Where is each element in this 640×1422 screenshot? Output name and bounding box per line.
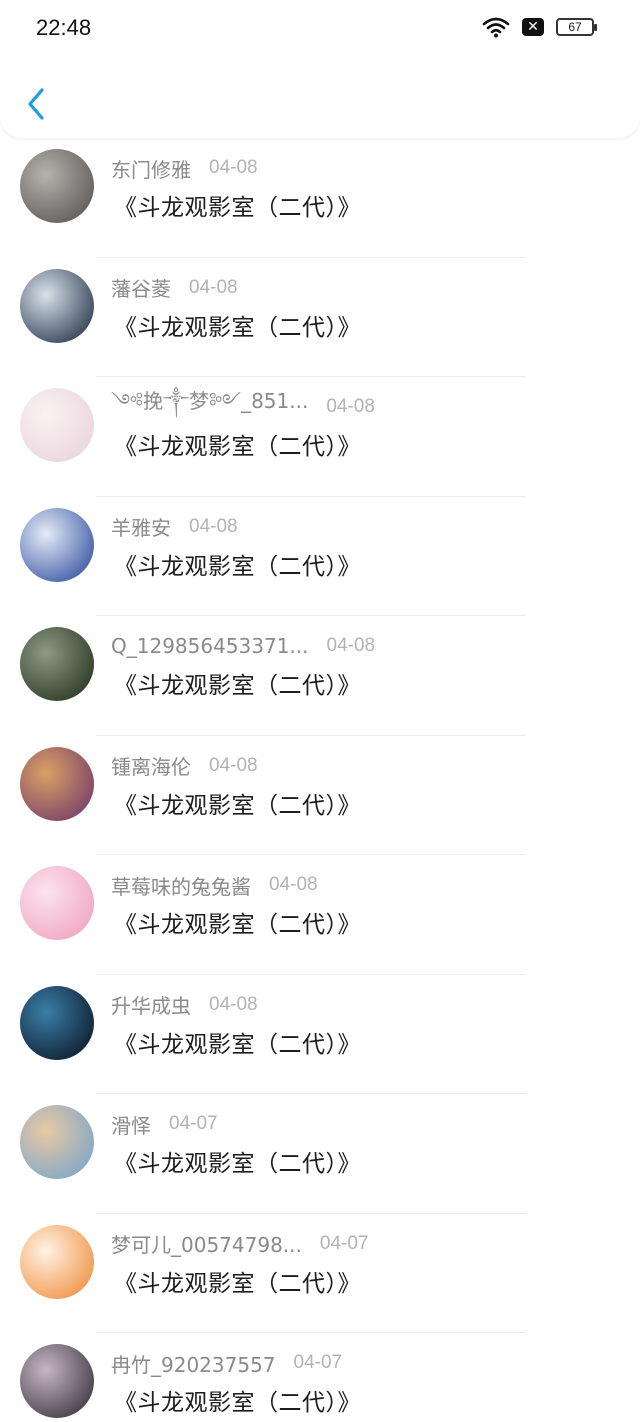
post-date: 04-08 (326, 635, 376, 656)
list-item[interactable]: ༺挽༒梦༻_851... 04-08 《斗龙观影室（二代）》 (0, 377, 640, 497)
user-name[interactable]: 藩谷菱 (111, 273, 171, 302)
user-name[interactable]: 草莓味的兔兔酱 (111, 871, 251, 900)
x-box-icon: ✕ (522, 18, 544, 36)
post-title[interactable]: 《斗龙观影室（二代）》 (114, 1144, 361, 1178)
battery-level: 67 (568, 20, 582, 34)
wifi-icon (482, 17, 510, 38)
post-title[interactable]: 《斗龙观影室（二代）》 (114, 786, 361, 820)
status-icons: ✕ 67 (482, 16, 597, 38)
post-date: 04-08 (269, 874, 318, 895)
post-date: 04-08 (209, 993, 258, 1015)
post-title[interactable]: 《斗龙观影室（二代）》 (114, 308, 361, 342)
user-name[interactable]: 羊雅安 (111, 512, 171, 541)
list-item[interactable]: 滑怿 04-07 《斗龙观影室（二代）》 (0, 1094, 640, 1214)
name-line: 锺离海伦 04-08 (111, 752, 258, 780)
post-date: 04-08 (189, 515, 238, 537)
back-chevron-icon[interactable] (20, 84, 52, 124)
avatar[interactable] (20, 985, 94, 1060)
name-line: 羊雅安 04-08 (111, 513, 238, 541)
top-bar: 22:48 ✕ 67 (0, 0, 640, 138)
post-date: 04-07 (169, 1113, 218, 1134)
list-item[interactable]: 草莓味的兔兔酱 04-08 《斗龙观影室（二代）》 (0, 855, 640, 975)
avatar[interactable] (20, 866, 94, 940)
name-line: 藩谷菱 04-08 (111, 274, 238, 302)
list-item[interactable]: 锺离海伦 04-08 《斗龙观影室（二代）》 (0, 736, 640, 855)
name-line: 升华成虫 04-08 (111, 991, 258, 1019)
status-time: 22:48 (36, 15, 92, 40)
list-item[interactable]: 藩谷菱 04-08 《斗龙观影室（二代）》 (0, 258, 640, 377)
name-line: 草莓味的兔兔酱 04-08 (111, 871, 318, 899)
post-date: 04-08 (209, 754, 258, 776)
user-name[interactable]: Q_129856453371... (111, 634, 309, 658)
list-item[interactable]: 梦可儿_00574798... 04-07 《斗龙观影室（二代）》 (0, 1214, 640, 1333)
avatar[interactable] (20, 507, 94, 582)
user-name[interactable]: 东门修雅 (111, 154, 191, 183)
user-name[interactable]: 锺离海伦 (111, 751, 191, 780)
user-name[interactable]: 梦可儿_00574798... (111, 1229, 302, 1258)
post-title[interactable]: 《斗龙观影室（二代）》 (114, 547, 361, 581)
post-title[interactable]: 《斗龙观影室（二代）》 (114, 1025, 361, 1059)
post-title[interactable]: 《斗龙观影室（二代）》 (114, 188, 361, 222)
post-date: 04-07 (319, 1232, 369, 1254)
avatar[interactable] (20, 149, 94, 223)
post-title[interactable]: 《斗龙观影室（二代）》 (114, 1383, 361, 1417)
avatar[interactable] (20, 388, 94, 462)
list-item[interactable]: Q_129856453371... 04-08 《斗龙观影室（二代）》 (0, 616, 640, 736)
battery-icon: 67 (556, 18, 597, 36)
post-title[interactable]: 《斗龙观影室（二代）》 (114, 1264, 361, 1298)
avatar[interactable] (20, 268, 94, 343)
name-line: 东门修雅 04-08 (111, 154, 258, 182)
post-date: 04-08 (326, 396, 375, 417)
user-name[interactable]: 滑怿 (111, 1110, 151, 1139)
reader-list: 东门修雅 04-08 《斗龙观影室（二代）》 藩谷菱 04-08 《斗龙观影室（二代）》 ༺… (0, 138, 640, 1422)
list-item[interactable]: 冉竹_920237557 04-07 《斗龙观影室（二代）》 (0, 1333, 640, 1422)
user-name[interactable]: 冉竹_920237557 (111, 1349, 276, 1378)
post-date: 04-07 (293, 1352, 343, 1373)
avatar[interactable] (20, 1105, 94, 1179)
list-item[interactable]: 升华成虫 04-08 《斗龙观影室（二代）》 (0, 975, 640, 1094)
post-date: 04-08 (189, 276, 238, 298)
avatar[interactable] (20, 1224, 94, 1299)
name-line: Q_129856453371... 04-08 (111, 632, 375, 660)
user-name[interactable]: 升华成虫 (111, 990, 191, 1019)
name-line: 梦可儿_00574798... 04-07 (111, 1230, 368, 1258)
name-line: 滑怿 04-07 (111, 1110, 218, 1138)
name-line: 冉竹_920237557 04-07 (111, 1349, 342, 1377)
name-line: ༺挽༒梦༻_851... 04-08 (111, 389, 375, 421)
avatar[interactable] (20, 1344, 94, 1418)
post-title[interactable]: 《斗龙观影室（二代）》 (114, 905, 361, 939)
post-date: 04-08 (209, 157, 258, 178)
avatar[interactable] (20, 627, 94, 701)
list-item[interactable]: 羊雅安 04-08 《斗龙观影室（二代）》 (0, 497, 640, 616)
post-title[interactable]: 《斗龙观影室（二代）》 (114, 666, 361, 700)
post-title[interactable]: 《斗龙观影室（二代）》 (114, 427, 361, 461)
list-item[interactable]: 东门修雅 04-08 《斗龙观影室（二代）》 (0, 138, 640, 258)
avatar[interactable] (20, 746, 94, 821)
